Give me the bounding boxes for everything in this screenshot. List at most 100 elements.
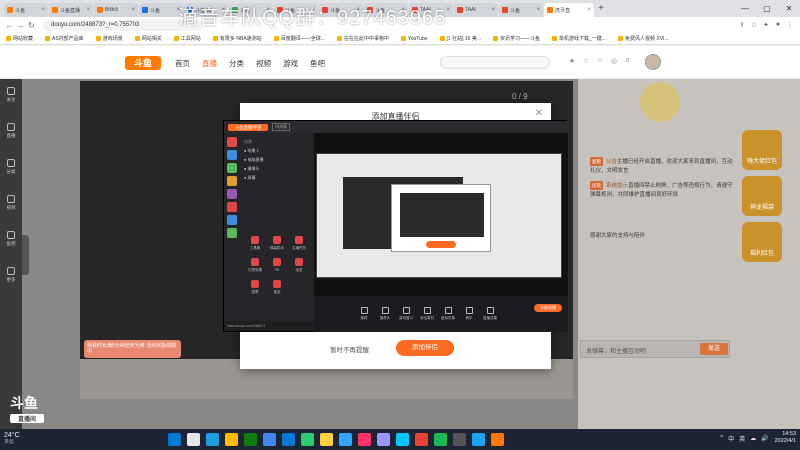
- header-icon[interactable]: ⌂: [593, 57, 607, 65]
- app-footer-label: 音乐: [465, 316, 473, 320]
- reload-icon[interactable]: ↻: [26, 21, 37, 30]
- bookmark-item[interactable]: 资讯学习——斗鱼: [493, 35, 540, 42]
- add-companion-button[interactable]: 添加伴侣: [396, 340, 454, 356]
- taskbar-app-icon[interactable]: [206, 433, 219, 446]
- header-icon[interactable]: ◎: [607, 57, 621, 65]
- extensions-icon[interactable]: ✦: [760, 21, 772, 29]
- sidebar-item[interactable]: 视频: [0, 195, 22, 223]
- tab-close-icon[interactable]: ×: [39, 7, 45, 13]
- bookmark-item[interactable]: YouTube: [400, 36, 428, 42]
- tray-icon[interactable]: ☁: [750, 435, 756, 442]
- taskbar-app-icon[interactable]: [282, 433, 295, 446]
- send-button[interactable]: 发送: [700, 343, 728, 355]
- tab-close-icon[interactable]: ×: [129, 7, 135, 13]
- taskbar-app-icon[interactable]: [472, 433, 485, 446]
- site-nav-item[interactable]: 视频: [256, 58, 271, 69]
- profile-icon[interactable]: ●: [772, 21, 784, 29]
- header-icon[interactable]: ★: [565, 57, 579, 65]
- taskbar-app-icon[interactable]: [244, 433, 257, 446]
- tray-icon[interactable]: 中: [728, 434, 734, 443]
- tray-icon[interactable]: 🔊: [761, 435, 768, 442]
- site-nav: 首页 直播 分类 视频 游戏 鱼吧: [175, 58, 337, 69]
- dont-remind-link[interactable]: 暂时不再提醒: [330, 344, 369, 354]
- minimize-button[interactable]: —: [734, 0, 756, 17]
- nested-browser-screenshot: [316, 153, 562, 278]
- taskbar-app-icon[interactable]: [320, 433, 333, 446]
- browser-tab[interactable]: 斗鱼直播 ×: [49, 3, 93, 17]
- tab-close-icon[interactable]: ×: [534, 7, 540, 13]
- sidebar-item[interactable]: 关注: [0, 87, 22, 115]
- taskbar-app-icon[interactable]: [377, 433, 390, 446]
- bookmark-item[interactable]: 单机游戏下载_一键...: [552, 35, 606, 42]
- bookmark-item[interactable]: AS内部产品库: [45, 35, 84, 42]
- avatar[interactable]: [645, 54, 661, 70]
- bookmark-item[interactable]: 有限多·NBA速测站: [212, 35, 262, 42]
- app-tool-grid: 工具箱 弹幕助手 主播任务 礼物效果 PK 连麦 投票 抽奖: [244, 233, 310, 299]
- tray-icon[interactable]: 英: [739, 434, 745, 443]
- browser-tab[interactable]: Bilibili ×: [94, 3, 138, 17]
- header-icon[interactable]: ☆: [579, 57, 593, 65]
- bookmark-item[interactable]: 工具网站: [173, 35, 201, 42]
- weather-widget[interactable]: 24°C 多云: [4, 432, 20, 446]
- app-tool-icon: [227, 163, 237, 173]
- sidebar-item[interactable]: 分类: [0, 159, 22, 187]
- sidebar-item[interactable]: 直播: [0, 123, 22, 151]
- taskbar-app-icon[interactable]: [491, 433, 504, 446]
- site-nav-item[interactable]: 首页: [175, 58, 190, 69]
- bookmark-item[interactable]: [1 社站] 16 美...: [439, 35, 481, 42]
- forward-icon[interactable]: →: [15, 21, 26, 30]
- taskbar-app-icon[interactable]: [225, 433, 238, 446]
- share-icon[interactable]: ⇪: [736, 21, 748, 29]
- clock[interactable]: 14:53 2022/4/1: [775, 431, 796, 445]
- bookmark-item[interactable]: 百度翻译——全球...: [273, 35, 325, 42]
- menu-icon[interactable]: ⋮: [784, 21, 796, 29]
- taskbar-app-icon[interactable]: [301, 433, 314, 446]
- taskbar-app-icon[interactable]: [168, 433, 181, 446]
- taskbar-app-icon[interactable]: [263, 433, 276, 446]
- taskbar-app-icon[interactable]: [396, 433, 409, 446]
- scene-item: ● 场景 1: [244, 148, 259, 153]
- side-gift-card[interactable]: 神龙福袋: [742, 176, 782, 216]
- bookmark-star-icon[interactable]: ☆: [748, 21, 760, 29]
- browser-tab[interactable]: 斗鱼 ×: [139, 3, 183, 17]
- taskbar-app-icon[interactable]: [453, 433, 466, 446]
- site-nav-item[interactable]: 直播: [202, 58, 217, 69]
- site-nav-item[interactable]: 分类: [229, 58, 244, 69]
- sidebar-item[interactable]: 鱼吧: [0, 231, 22, 259]
- taskbar-app-icon[interactable]: [187, 433, 200, 446]
- tab-close-icon[interactable]: ×: [84, 7, 90, 13]
- site-nav-item[interactable]: 鱼吧: [310, 58, 325, 69]
- tab-close-icon[interactable]: ×: [585, 7, 591, 13]
- bookmark-label: 网站收藏: [13, 36, 34, 42]
- site-nav-item[interactable]: 游戏: [283, 58, 298, 69]
- site-search-input[interactable]: [440, 56, 550, 69]
- new-tab-button[interactable]: +: [595, 3, 607, 17]
- bookmark-item[interactable]: 网站相关: [134, 35, 162, 42]
- sidebar-item[interactable]: 更多: [0, 267, 22, 295]
- bookmark-item[interactable]: 免费风人视频 XVI...: [617, 35, 669, 42]
- gift-badge[interactable]: 观看时长满5分钟送荧光棒 活动奖励领取中: [84, 340, 181, 358]
- taskbar-app-icon[interactable]: [415, 433, 428, 446]
- browser-tab[interactable]: 虎牙直 ×: [544, 3, 594, 17]
- sidebar-collapse-handle[interactable]: [22, 235, 29, 275]
- bookmark-item[interactable]: 在在在此中中事物中: [336, 35, 389, 42]
- taskbar-app-icon[interactable]: [434, 433, 447, 446]
- close-icon[interactable]: ✕: [535, 108, 543, 119]
- tray-icon[interactable]: ^: [720, 435, 723, 441]
- close-window-button[interactable]: ✕: [778, 0, 800, 17]
- taskbar-app-icon[interactable]: [358, 433, 371, 446]
- browser-tab[interactable]: 斗鱼 ×: [499, 3, 543, 17]
- tab-close-icon[interactable]: ×: [489, 7, 495, 13]
- douyu-logo[interactable]: 斗鱼: [125, 56, 161, 70]
- header-icon[interactable]: ♬: [621, 57, 635, 65]
- maximize-button[interactable]: ▢: [756, 0, 778, 17]
- back-icon[interactable]: ←: [4, 21, 15, 30]
- taskbar-app-icon[interactable]: [339, 433, 352, 446]
- browser-tab[interactable]: 斗鱼 ×: [4, 3, 48, 17]
- sidebar-icon: [7, 267, 15, 275]
- bookmark-item[interactable]: 网站收藏: [6, 35, 33, 42]
- bookmark-item[interactable]: 游戏场景: [95, 35, 123, 42]
- side-gift-card[interactable]: 嗨大佬红包: [742, 130, 782, 170]
- browser-tab[interactable]: TAAI ×: [454, 3, 498, 17]
- side-gift-card[interactable]: 福利红包: [742, 222, 782, 262]
